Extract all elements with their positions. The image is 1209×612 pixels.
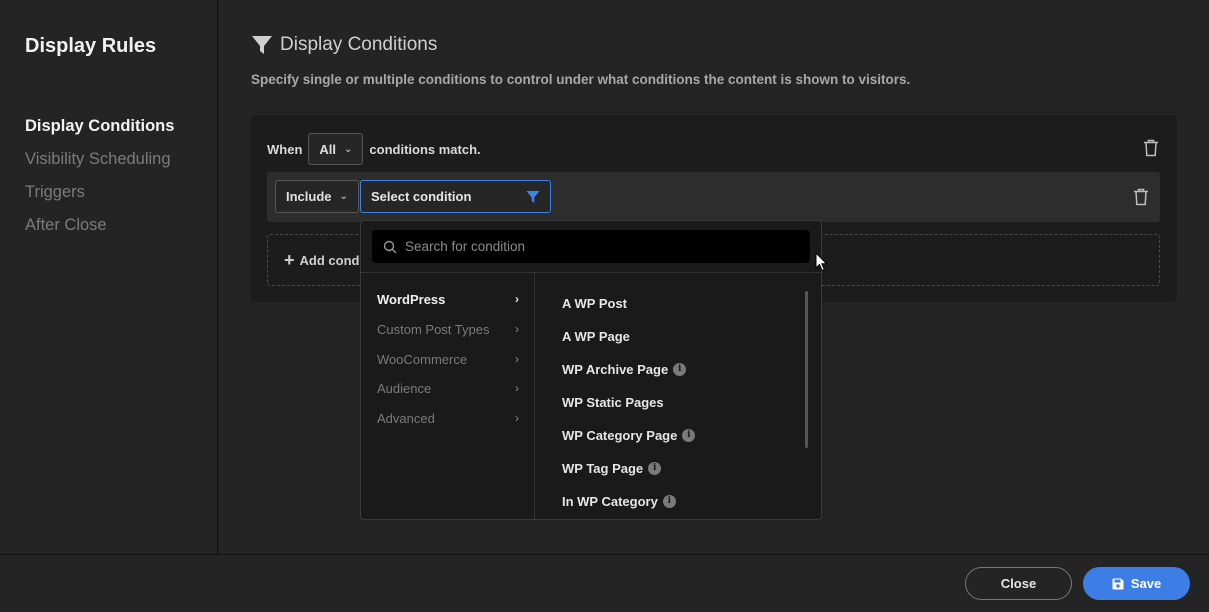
option-wp-archive-page[interactable]: WP Archive Page i — [562, 362, 687, 377]
category-woocommerce[interactable]: WooCommerce › — [377, 352, 519, 367]
search-icon — [383, 240, 397, 253]
sidebar: Display Rules Display Conditions Visibil… — [0, 0, 218, 554]
option-wp-static-pages[interactable]: WP Static Pages — [562, 395, 664, 410]
page-description: Specify single or multiple conditions to… — [251, 72, 911, 87]
info-icon[interactable]: i — [682, 429, 696, 442]
category-label: WooCommerce — [377, 352, 468, 367]
chevron-right-icon: › — [515, 322, 519, 336]
save-button[interactable]: Save — [1083, 567, 1190, 600]
sidebar-item-display-conditions[interactable]: Display Conditions — [25, 116, 174, 149]
footer-bar: Close Save — [0, 554, 1209, 612]
options-scrollbar[interactable] — [805, 291, 808, 448]
option-a-wp-post[interactable]: A WP Post — [562, 296, 627, 311]
chevron-right-icon: › — [515, 381, 519, 395]
chevron-right-icon: › — [515, 292, 519, 306]
sidebar-item-after-close[interactable]: After Close — [25, 215, 174, 248]
option-a-wp-page[interactable]: A WP Page — [562, 329, 630, 344]
option-label: In WP Category — [562, 494, 658, 509]
option-label: WP Static Pages — [562, 395, 664, 410]
plus-icon: + — [284, 249, 295, 270]
sidebar-title: Display Rules — [25, 35, 157, 57]
condition-search-input[interactable] — [405, 239, 785, 254]
option-label: A WP Post — [562, 296, 628, 311]
category-audience[interactable]: Audience › — [377, 381, 519, 396]
condition-select-placeholder: Select condition — [371, 189, 472, 204]
close-button[interactable]: Close — [965, 567, 1072, 600]
option-in-wp-category[interactable]: In WP Category i — [562, 494, 676, 509]
match-suffix-label: conditions match. — [369, 141, 481, 157]
condition-dropdown: WordPress › Custom Post Types › WooComme… — [360, 220, 822, 520]
info-icon[interactable]: i — [662, 495, 676, 508]
category-list: WordPress › Custom Post Types › WooComme… — [361, 273, 535, 519]
option-label: WP Category Page — [562, 428, 678, 443]
match-select[interactable]: All ⌄ — [308, 133, 364, 165]
mouse-cursor-icon — [815, 252, 828, 272]
match-row: When All ⌄ conditions match. — [267, 133, 481, 165]
chevron-down-icon: ⌄ — [344, 143, 353, 155]
sidebar-nav: Display Conditions Visibility Scheduling… — [25, 116, 174, 248]
chevron-right-icon: › — [515, 411, 519, 425]
category-label: Custom Post Types — [377, 322, 490, 337]
category-wordpress[interactable]: WordPress › — [377, 292, 519, 307]
category-custom-post-types[interactable]: Custom Post Types › — [377, 322, 519, 337]
category-label: WordPress — [377, 292, 446, 307]
when-label: When — [267, 141, 303, 157]
sidebar-item-visibility-scheduling[interactable]: Visibility Scheduling — [25, 149, 174, 182]
condition-row: Include ⌄ Select condition — [267, 172, 1160, 222]
delete-group-trash-icon[interactable] — [1143, 139, 1159, 157]
save-icon — [1112, 578, 1124, 589]
include-select[interactable]: Include ⌄ — [275, 180, 359, 213]
save-label: Save — [1130, 576, 1162, 591]
delete-condition-trash-icon[interactable] — [1133, 188, 1149, 206]
option-label: WP Archive Page — [562, 362, 669, 377]
filter-icon — [526, 191, 540, 203]
category-label: Audience — [377, 381, 432, 396]
category-advanced[interactable]: Advanced › — [377, 411, 519, 426]
sidebar-item-triggers[interactable]: Triggers — [25, 182, 174, 215]
option-label: A WP Page — [562, 329, 630, 344]
add-condition-label: Add condi — [299, 252, 364, 268]
page-title: Display Conditions — [280, 34, 438, 55]
condition-select[interactable]: Select condition — [360, 180, 551, 213]
info-icon[interactable]: i — [648, 462, 662, 475]
category-label: Advanced — [377, 411, 435, 426]
page-heading: Display Conditions — [251, 34, 437, 56]
include-select-value: Include — [286, 189, 332, 204]
option-label: WP Tag Page — [562, 461, 644, 476]
chevron-right-icon: › — [515, 352, 519, 366]
chevron-down-icon: ⌄ — [339, 191, 348, 202]
option-wp-category-page[interactable]: WP Category Page i — [562, 428, 696, 443]
info-icon[interactable]: i — [673, 363, 687, 376]
match-select-value: All — [319, 141, 337, 157]
filter-icon — [252, 36, 272, 54]
condition-search — [372, 230, 810, 263]
option-wp-tag-page[interactable]: WP Tag Page i — [562, 461, 662, 476]
condition-options: A WP Post A WP Page WP Archive Page i WP… — [536, 273, 821, 519]
